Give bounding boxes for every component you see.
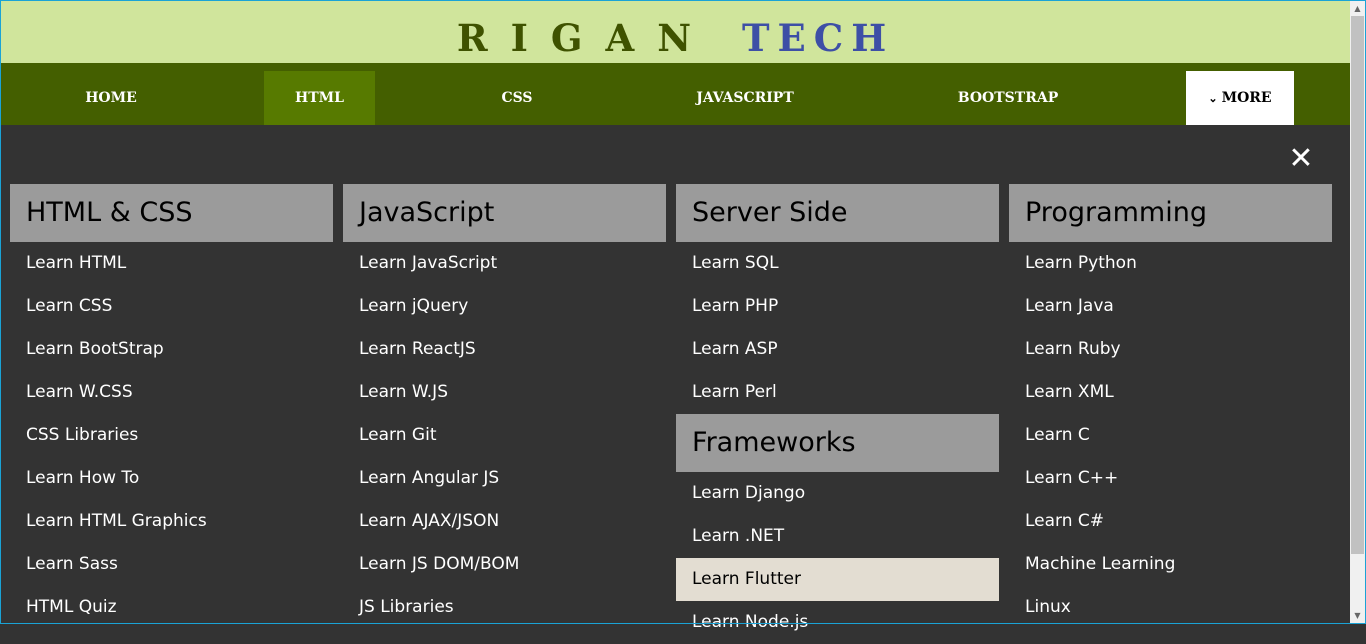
section-heading: Server Side [676, 184, 999, 242]
nav-bootstrap[interactable]: BOOTSTRAP [933, 71, 1083, 125]
menu-link[interactable]: Learn How To [10, 457, 333, 500]
site-header: RIGAN TECH [1, 1, 1350, 63]
menu-link[interactable]: Machine Learning [1009, 543, 1332, 586]
menu-link[interactable]: Learn Node.js [676, 601, 999, 644]
menu-link[interactable]: Learn Java [1009, 285, 1332, 328]
menu-link[interactable]: Learn Perl [676, 371, 999, 414]
menu-link[interactable]: Learn HTML Graphics [10, 500, 333, 543]
menu-link[interactable]: Learn BootStrap [10, 328, 333, 371]
menu-link[interactable]: Learn Git [343, 414, 666, 457]
menu-link[interactable]: Learn Django [676, 472, 999, 515]
menu-link[interactable]: Learn CSS [10, 285, 333, 328]
menu-link[interactable]: CSS Libraries [10, 414, 333, 457]
menu-link[interactable]: Learn C [1009, 414, 1332, 457]
menu-link[interactable]: Learn ASP [676, 328, 999, 371]
nav-more-label: MORE [1221, 90, 1272, 106]
menu-column-programming: Programming Learn Python Learn Java Lear… [1009, 184, 1332, 629]
menu-link[interactable]: Linux [1009, 586, 1332, 629]
scroll-up-arrow-icon[interactable]: ▲ [1350, 1, 1365, 16]
menu-column-server-side: Server Side Learn SQL Learn PHP Learn AS… [676, 184, 999, 644]
logo-part-2: TECH [742, 16, 895, 60]
menu-link[interactable]: Learn Angular JS [343, 457, 666, 500]
menu-link[interactable]: Learn SQL [676, 242, 999, 285]
nav-more-button[interactable]: ⌄ MORE [1186, 71, 1294, 125]
menu-link[interactable]: HTML Quiz [10, 586, 333, 629]
menu-link[interactable]: Learn AJAX/JSON [343, 500, 666, 543]
menu-link[interactable]: Learn PHP [676, 285, 999, 328]
logo-part-1: RIGAN [456, 16, 715, 60]
scrollbar-thumb[interactable] [1351, 16, 1364, 554]
close-icon[interactable]: ✕ [1288, 144, 1314, 174]
scroll-down-arrow-icon[interactable]: ▼ [1350, 608, 1365, 623]
menu-link[interactable]: Learn .NET [676, 515, 999, 558]
section-heading: Programming [1009, 184, 1332, 242]
menu-link[interactable]: Learn Sass [10, 543, 333, 586]
nav-home[interactable]: HOME [50, 71, 172, 125]
menu-column-html-css: HTML & CSS Learn HTML Learn CSS Learn Bo… [10, 184, 333, 629]
site-logo[interactable]: RIGAN TECH [1, 15, 1350, 61]
menu-link[interactable]: Learn Python [1009, 242, 1332, 285]
section-heading: Frameworks [676, 414, 999, 472]
menu-link[interactable]: Learn C# [1009, 500, 1332, 543]
chevron-down-icon: ⌄ [1208, 92, 1218, 105]
menu-link[interactable]: Learn Ruby [1009, 328, 1332, 371]
section-heading: HTML & CSS [10, 184, 333, 242]
menu-link[interactable]: Learn JavaScript [343, 242, 666, 285]
menu-link[interactable]: Learn C++ [1009, 457, 1332, 500]
nav-css[interactable]: CSS [467, 71, 567, 125]
top-navigation: HOME HTML CSS JAVASCRIPT BOOTSTRAP ⌄ MORE [1, 63, 1350, 125]
menu-column-javascript: JavaScript Learn JavaScript Learn jQuery… [343, 184, 666, 629]
nav-javascript[interactable]: JAVASCRIPT [669, 71, 821, 125]
menu-link[interactable]: Learn JS DOM/BOM [343, 543, 666, 586]
menu-link[interactable]: Learn W.CSS [10, 371, 333, 414]
menu-link[interactable]: Learn jQuery [343, 285, 666, 328]
section-heading: JavaScript [343, 184, 666, 242]
menu-link[interactable]: Learn ReactJS [343, 328, 666, 371]
menu-link[interactable]: JS Libraries [343, 586, 666, 629]
menu-link-hovered[interactable]: Learn Flutter [676, 558, 999, 601]
nav-html[interactable]: HTML [264, 71, 375, 125]
menu-link[interactable]: Learn W.JS [343, 371, 666, 414]
menu-link[interactable]: Learn XML [1009, 371, 1332, 414]
menu-link[interactable]: Learn HTML [10, 242, 333, 285]
